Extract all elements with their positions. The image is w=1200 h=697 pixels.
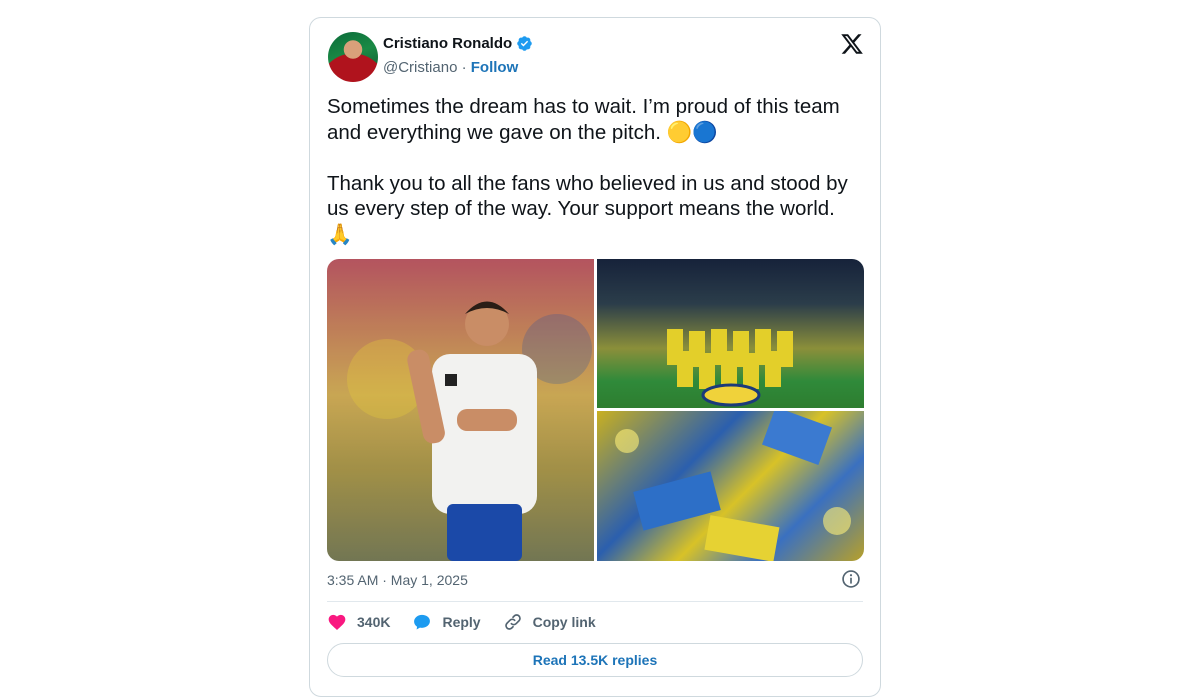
verified-badge-icon (517, 36, 532, 51)
read-replies-button[interactable]: Read 13.5K replies (327, 643, 863, 677)
link-icon (504, 614, 521, 630)
info-icon[interactable] (841, 569, 861, 589)
action-bar: 340K Reply Copy link (327, 612, 618, 632)
player-figure-icon (327, 259, 594, 561)
divider (327, 601, 863, 602)
fans-flags-icon (615, 406, 851, 561)
follow-button[interactable]: Follow (471, 59, 519, 76)
avatar[interactable] (328, 32, 378, 82)
tweet-text: Sometimes the dream has to wait. I’m pro… (327, 95, 848, 246)
reply-label: Reply (442, 614, 481, 630)
copy-link-button[interactable]: Copy link (503, 612, 596, 632)
like-button[interactable]: 340K (327, 612, 390, 632)
tweet-card: Cristiano Ronaldo @Cristiano · Follow So… (309, 17, 881, 697)
team-lineup-icon (667, 329, 793, 407)
author-name[interactable]: Cristiano Ronaldo (383, 35, 512, 52)
team-photo[interactable] (597, 259, 864, 408)
like-count: 340K (357, 614, 391, 630)
separator: · (461, 59, 467, 76)
handle-row: @Cristiano · Follow (383, 59, 518, 76)
reply-bubble-icon (414, 614, 431, 630)
x-logo-icon[interactable] (840, 32, 864, 56)
reply-button[interactable]: Reply (412, 612, 481, 632)
author-handle[interactable]: @Cristiano (383, 59, 457, 76)
copy-link-label: Copy link (532, 614, 596, 630)
fans-crowd-photo[interactable] (597, 406, 864, 561)
player-applauding-photo[interactable] (327, 259, 594, 561)
tweet-timestamp[interactable]: 3:35 AM · May 1, 2025 (327, 572, 468, 588)
media-grid[interactable] (327, 259, 864, 561)
heart-icon (328, 614, 346, 630)
author-name-row: Cristiano Ronaldo (383, 35, 533, 52)
